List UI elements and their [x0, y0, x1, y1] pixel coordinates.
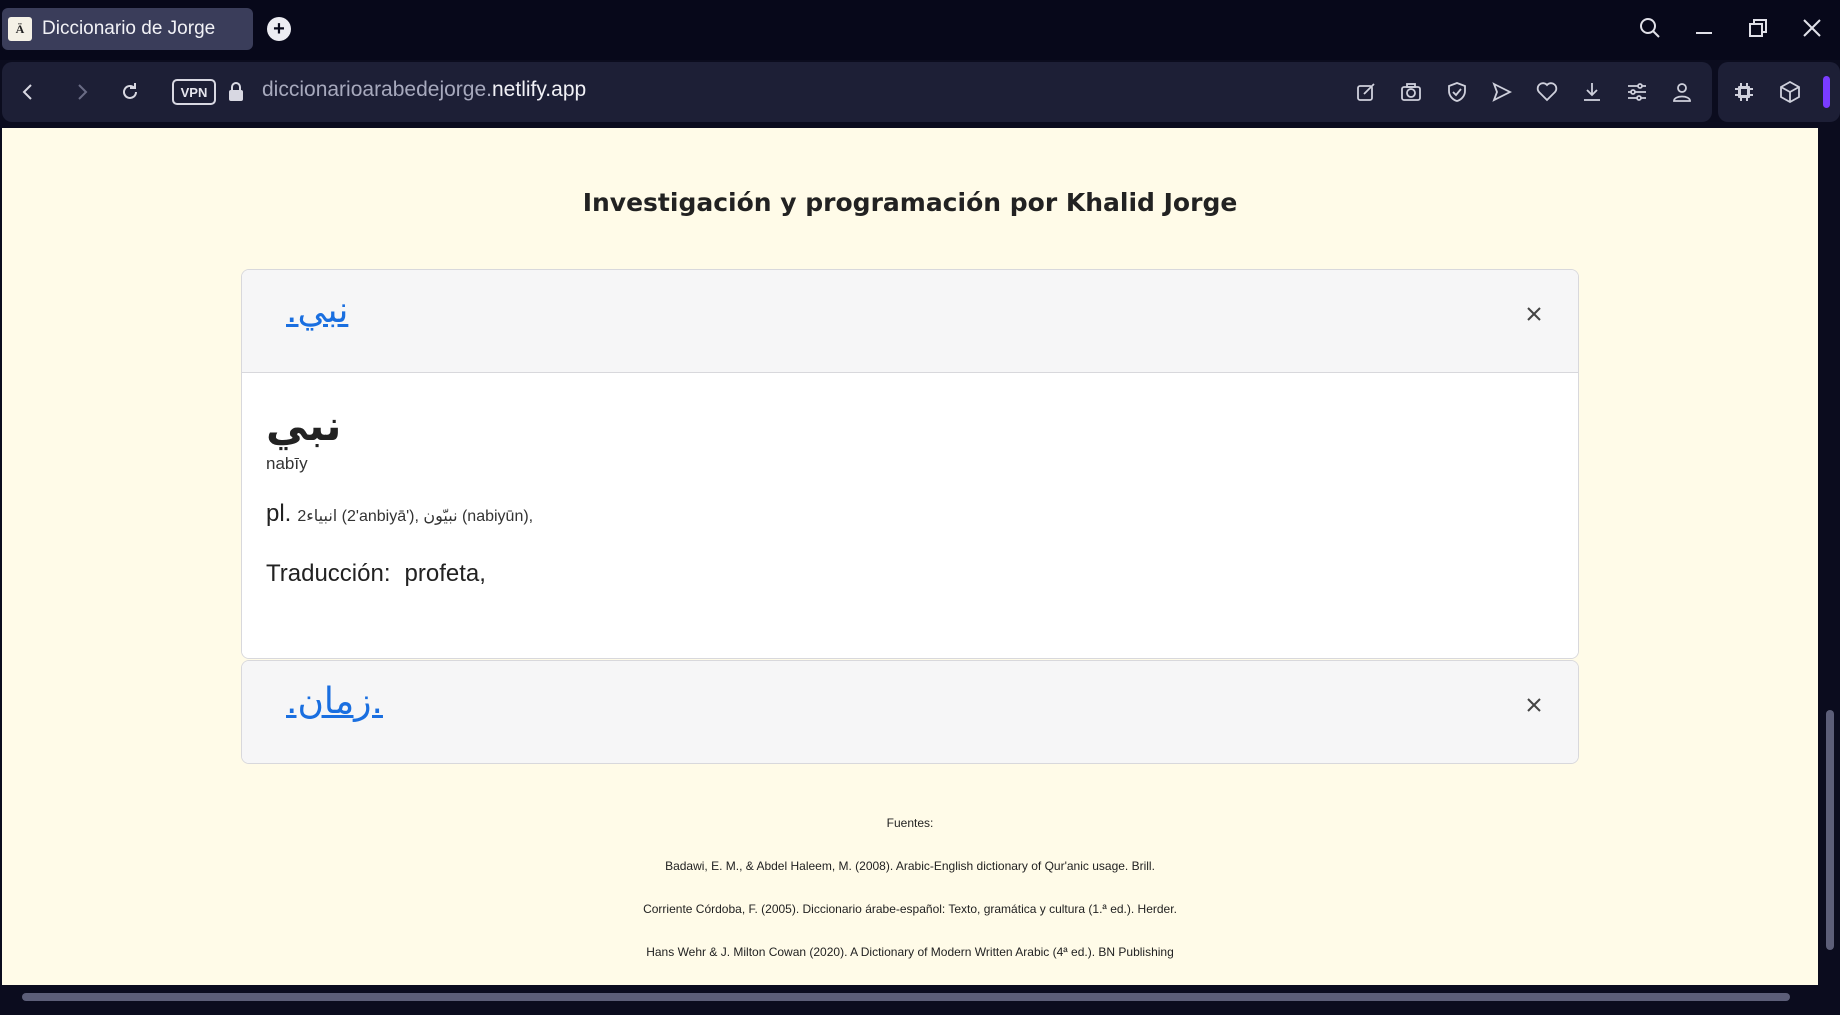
chip-extension-icon[interactable]	[1729, 77, 1759, 107]
translation-value: profeta,	[404, 560, 486, 587]
site-favicon-icon: Ä	[8, 17, 32, 41]
entry-body: نبي nabīy pl. 2انبياء (2'anbiyā'), نبيّو…	[242, 372, 1578, 658]
entry-link[interactable]: .زمان.	[286, 681, 383, 722]
cube-extension-icon[interactable]	[1775, 77, 1805, 107]
page-title: Investigación y programación por Khalid …	[582, 188, 1238, 217]
translation: Traducción: profeta,	[266, 560, 1554, 588]
extensions-panel	[1718, 62, 1840, 122]
url-field[interactable]: diccionarioarabedejorge.netlify.app	[262, 78, 586, 102]
snapshot-edit-icon[interactable]	[1351, 77, 1381, 107]
restore-window-button[interactable]	[1742, 12, 1774, 44]
settings-sliders-icon[interactable]	[1622, 77, 1652, 107]
tab-title: Diccionario de Jorge	[42, 18, 216, 39]
source-item: Hans Wehr & J. Milton Cowan (2020). A Di…	[646, 945, 1174, 959]
vertical-scrollbar[interactable]	[1820, 128, 1840, 985]
entry-header[interactable]: .زمان.	[242, 661, 1578, 763]
url-host: netlify.app	[492, 78, 587, 101]
close-window-button[interactable]	[1796, 12, 1828, 44]
entry-link[interactable]: نبي.	[286, 290, 348, 331]
plural-values: 2انبياء (2'anbiyā'), نبيّون (nabiyūn),	[297, 508, 534, 525]
tab-strip: Ä Diccionario de Jorge +	[0, 0, 1840, 60]
horizontal-scroll-thumb[interactable]	[22, 993, 1790, 1001]
source-item: Badawi, E. M., & Abdel Haleem, M. (2008)…	[665, 859, 1155, 873]
shield-icon[interactable]	[1442, 77, 1472, 107]
download-icon[interactable]	[1577, 77, 1607, 107]
plural-label: pl.	[266, 500, 292, 527]
heart-icon[interactable]	[1532, 77, 1562, 107]
entry-header[interactable]: نبي.	[242, 270, 1578, 372]
forward-button[interactable]	[66, 76, 98, 108]
dictionary-accordion: نبي. نبي nabīy pl. 2انبياء (2'anbiyā'), …	[241, 269, 1579, 765]
search-icon[interactable]	[1634, 12, 1666, 44]
account-icon[interactable]	[1667, 77, 1697, 107]
entry-card: نبي. نبي nabīy pl. 2انبياء (2'anbiyā'), …	[241, 269, 1579, 659]
address-bar: VPN diccionarioarabedejorge.netlify.app	[2, 62, 1712, 122]
entry-card: .زمان.	[241, 660, 1579, 764]
browser-tab[interactable]: Ä Diccionario de Jorge	[2, 8, 253, 50]
arabic-word: نبي	[266, 401, 342, 450]
sidebar-indicator	[1823, 76, 1830, 108]
page-viewport: Investigación y programación por Khalid …	[2, 128, 1818, 985]
reload-button[interactable]	[114, 76, 146, 108]
vpn-badge[interactable]: VPN	[172, 79, 216, 105]
lock-icon[interactable]	[224, 79, 248, 105]
translation-label: Traducción:	[266, 560, 391, 587]
sources-list: Fuentes: Badawi, E. M., & Abdel Haleem, …	[2, 816, 1818, 985]
back-button[interactable]	[12, 76, 44, 108]
send-icon[interactable]	[1487, 77, 1517, 107]
horizontal-scrollbar[interactable]	[0, 987, 1840, 1007]
camera-icon[interactable]	[1396, 77, 1426, 107]
close-icon[interactable]	[1520, 691, 1548, 719]
transliteration: nabīy	[266, 454, 308, 473]
vertical-scroll-thumb[interactable]	[1826, 710, 1834, 950]
plural-forms: pl. 2انبياء (2'anbiyā'), نبيّون (nabiyūn…	[266, 500, 1554, 528]
minimize-window-button[interactable]	[1688, 12, 1720, 44]
new-tab-button[interactable]: +	[267, 17, 291, 41]
close-icon[interactable]	[1520, 300, 1548, 328]
source-item: Corriente Córdoba, F. (2005). Diccionari…	[643, 902, 1177, 916]
sources-heading: Fuentes:	[886, 816, 934, 830]
url-domain: diccionarioarabedejorge.	[262, 78, 492, 101]
